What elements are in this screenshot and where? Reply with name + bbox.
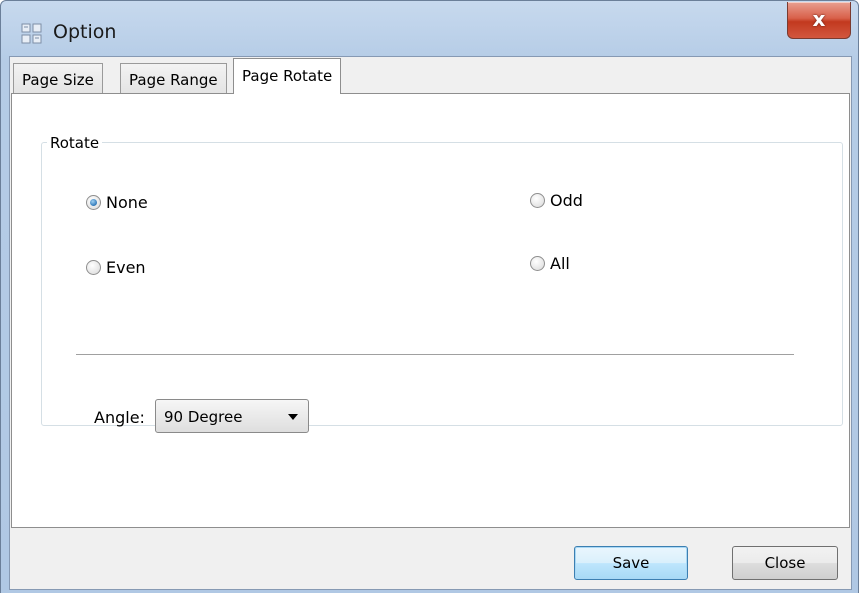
bottom-border xyxy=(0,593,859,597)
rotate-group xyxy=(41,142,843,426)
window-title: Option xyxy=(53,21,117,43)
close-icon: x xyxy=(812,7,826,31)
angle-select[interactable]: 90 Degree xyxy=(155,399,309,433)
option-dialog: Option x Page Size Page Range Page Rotat… xyxy=(0,0,859,597)
separator-line xyxy=(76,354,794,355)
angle-select-value: 90 Degree xyxy=(164,408,243,426)
dialog-client-area: Page Size Page Range Page Rotate Rotate … xyxy=(9,56,852,590)
radio-none-label: None xyxy=(106,193,148,212)
title-bar[interactable]: Option x xyxy=(1,1,858,57)
grid-app-icon xyxy=(21,23,42,44)
radio-unchecked-icon xyxy=(530,193,545,208)
save-button[interactable]: Save xyxy=(574,546,688,580)
radio-even-label: Even xyxy=(106,258,146,277)
radio-unchecked-icon xyxy=(530,256,545,271)
radio-odd-label: Odd xyxy=(550,191,583,210)
angle-label: Angle: xyxy=(94,408,145,427)
chevron-down-icon xyxy=(288,414,298,420)
close-window-button[interactable]: x xyxy=(787,2,851,39)
rotate-group-label: Rotate xyxy=(47,134,103,152)
close-button[interactable]: Close xyxy=(732,546,838,580)
tab-page-size[interactable]: Page Size xyxy=(13,63,103,93)
radio-unchecked-icon xyxy=(86,260,101,275)
radio-all-label: All xyxy=(550,254,570,273)
tab-page-rotate[interactable]: Page Rotate xyxy=(233,58,342,94)
page-rotate-panel: Rotate None Odd Even All Angle: 90 Degre… xyxy=(11,93,850,528)
radio-checked-icon xyxy=(86,195,101,210)
tab-page-range[interactable]: Page Range xyxy=(120,63,227,93)
